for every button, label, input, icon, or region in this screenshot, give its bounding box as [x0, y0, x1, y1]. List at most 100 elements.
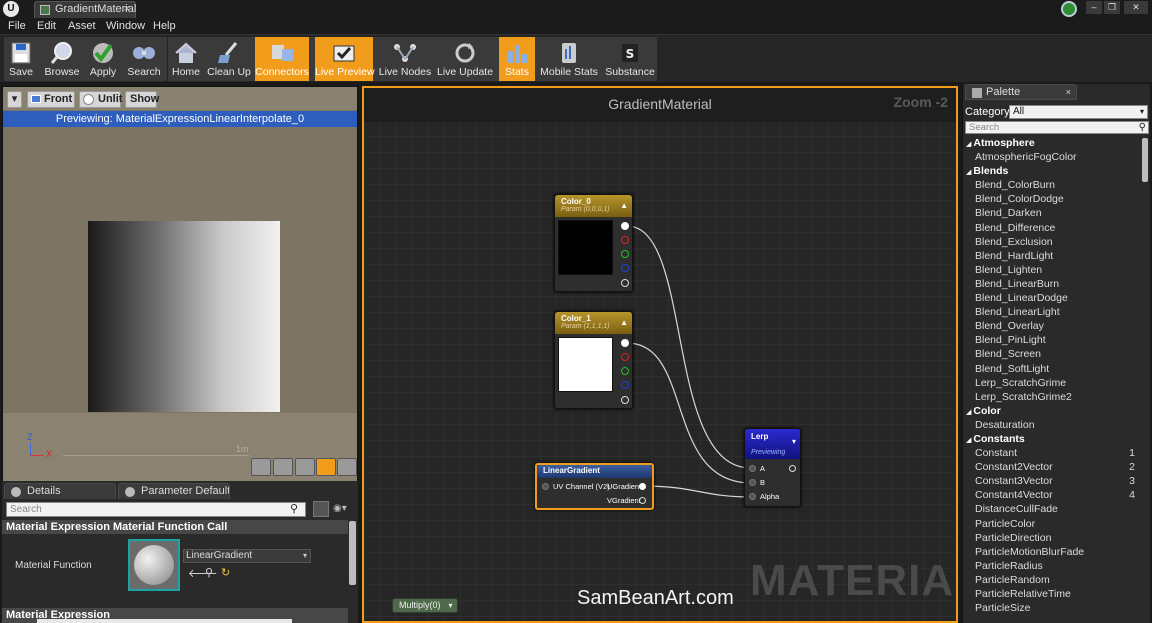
show-flags-button[interactable]: Show	[125, 91, 159, 108]
view-mode-unlit-button[interactable]: Unlit	[79, 91, 122, 108]
collapse-triangle-icon[interactable]: ◢	[966, 437, 971, 444]
output-pin-g[interactable]	[621, 250, 629, 258]
substance-button[interactable]: S Substance	[603, 37, 657, 81]
input-pin-b[interactable]	[749, 479, 756, 486]
palette-search-input[interactable]: Search ⚲	[965, 121, 1149, 134]
palette-item-26[interactable]: DistanceCullFade	[963, 502, 1141, 516]
menu-edit[interactable]: Edit	[37, 20, 56, 32]
palette-item-13[interactable]: Blend_Overlay	[963, 319, 1141, 333]
output-pin-ugradient[interactable]	[639, 483, 646, 490]
view-front-button[interactable]: Front	[27, 91, 75, 108]
multiply-node-button[interactable]: Multiply(0) ▾	[392, 598, 458, 613]
preview-viewport[interactable]: ▾ Front Unlit Show Previewing: MaterialE…	[2, 86, 358, 481]
palette-item-31[interactable]: ParticleRandom	[963, 573, 1141, 587]
close-palette-icon[interactable]: ×	[1066, 85, 1071, 99]
collapse-icon[interactable]: ▲	[620, 201, 628, 210]
browse-to-asset-icon[interactable]: ⚲	[205, 566, 213, 579]
palette-item-16[interactable]: Blend_SoftLight	[963, 362, 1141, 376]
material-function-picker[interactable]: LinearGradient ▾	[183, 549, 311, 563]
output-pin-a[interactable]	[621, 279, 629, 287]
preview-cube-button[interactable]	[316, 458, 336, 476]
palette-item-30[interactable]: ParticleRadius	[963, 559, 1141, 573]
palette-item-32[interactable]: ParticleRelativeTime	[963, 587, 1141, 601]
palette-item-12[interactable]: Blend_LinearLight	[963, 305, 1141, 319]
menu-asset[interactable]: Asset	[68, 20, 96, 32]
viewport-options-button[interactable]: ▾	[7, 91, 22, 108]
save-button[interactable]: Save	[4, 37, 38, 81]
palette-item-11[interactable]: Blend_LinearDodge	[963, 291, 1141, 305]
palette-item-20[interactable]: Desaturation	[963, 418, 1141, 432]
output-pin-vgradient[interactable]	[639, 497, 646, 504]
node-linear-gradient[interactable]: LinearGradient UV Channel (V2) UGradient…	[535, 463, 654, 510]
output-pin-rgb[interactable]	[621, 339, 629, 347]
palette-category-2[interactable]: ◢ Blends	[963, 164, 1141, 178]
browse-button[interactable]: Browse	[42, 37, 82, 81]
palette-item-18[interactable]: Lerp_ScratchGrime2	[963, 390, 1141, 404]
output-pin-b[interactable]	[621, 381, 629, 389]
reset-to-default-icon[interactable]: ↻	[221, 566, 230, 579]
section-material-function-call[interactable]: Material Expression Material Function Ca…	[2, 520, 348, 534]
palette-category-19[interactable]: ◢ Color	[963, 404, 1141, 418]
close-tab-icon[interactable]: ×	[124, 2, 130, 17]
category-select[interactable]: All ▾	[1009, 105, 1148, 119]
material-function-thumbnail[interactable]	[128, 539, 180, 591]
palette-item-29[interactable]: ParticleMotionBlurFade	[963, 545, 1141, 559]
clean-up-button[interactable]: Clean Up	[207, 37, 251, 81]
property-matrix-button[interactable]	[313, 501, 329, 517]
preview-sphere-button[interactable]	[273, 458, 293, 476]
tab-parameter-defaults[interactable]: Parameter Defaults	[118, 483, 230, 499]
palette-scrollbar[interactable]	[1142, 138, 1148, 182]
use-selected-asset-icon[interactable]: 🡐	[188, 566, 218, 580]
palette-item-14[interactable]: Blend_PinLight	[963, 333, 1141, 347]
menu-window[interactable]: Window	[106, 20, 145, 32]
output-pin-a[interactable]	[621, 396, 629, 404]
input-pin-a[interactable]	[749, 465, 756, 472]
menu-help[interactable]: Help	[153, 20, 176, 32]
apply-button[interactable]: Apply	[86, 37, 120, 81]
output-pin-b[interactable]	[621, 264, 629, 272]
view-options-icon[interactable]: ◉▾	[333, 503, 347, 514]
output-pin-r[interactable]	[621, 353, 629, 361]
document-tab[interactable]: GradientMaterial ×	[34, 1, 136, 18]
input-pin-uv-channel[interactable]	[542, 483, 549, 490]
live-preview-button[interactable]: Live Preview	[315, 37, 375, 81]
details-scrollbar[interactable]	[349, 521, 356, 585]
palette-item-4[interactable]: Blend_ColorDodge	[963, 192, 1141, 206]
palette-item-25[interactable]: Constant4Vector 4	[963, 488, 1141, 502]
maximize-button[interactable]: ❐	[1104, 1, 1120, 14]
collapse-triangle-icon[interactable]: ◢	[966, 169, 971, 176]
live-update-button[interactable]: Live Update	[437, 37, 493, 81]
palette-item-17[interactable]: Lerp_ScratchGrime	[963, 376, 1141, 390]
palette-category-0[interactable]: ◢ Atmosphere	[963, 136, 1141, 150]
collapse-icon[interactable]: ▲	[620, 318, 628, 327]
output-pin-g[interactable]	[621, 367, 629, 375]
material-graph[interactable]: GradientMaterial Zoom -2 Color_0 Param (…	[362, 86, 958, 623]
palette-item-23[interactable]: Constant2Vector 2	[963, 460, 1141, 474]
stats-button[interactable]: Stats	[499, 37, 535, 81]
palette-item-10[interactable]: Blend_LinearBurn	[963, 277, 1141, 291]
mobile-stats-button[interactable]: Mobile Stats	[539, 37, 599, 81]
preview-custom-mesh-button[interactable]	[337, 458, 357, 476]
collapse-triangle-icon[interactable]: ◢	[966, 409, 971, 416]
output-pin-result[interactable]	[789, 465, 796, 472]
palette-item-28[interactable]: ParticleDirection	[963, 531, 1141, 545]
palette-item-3[interactable]: Blend_ColorBurn	[963, 178, 1141, 192]
connectors-button[interactable]: Connectors	[255, 37, 309, 81]
source-control-icon[interactable]	[1061, 1, 1077, 17]
palette-item-8[interactable]: Blend_HardLight	[963, 249, 1141, 263]
palette-item-24[interactable]: Constant3Vector 3	[963, 474, 1141, 488]
tab-palette[interactable]: Palette ×	[965, 84, 1077, 100]
palette-category-21[interactable]: ◢ Constants	[963, 432, 1141, 446]
palette-item-5[interactable]: Blend_Darken	[963, 206, 1141, 220]
palette-item-1[interactable]: AtmosphericFogColor	[963, 150, 1141, 164]
details-search-input[interactable]: Search	[6, 502, 306, 517]
output-pin-r[interactable]	[621, 236, 629, 244]
palette-item-15[interactable]: Blend_Screen	[963, 347, 1141, 361]
palette-item-22[interactable]: Constant 1	[963, 446, 1141, 460]
palette-item-27[interactable]: ParticleColor	[963, 517, 1141, 531]
home-button[interactable]: Home	[169, 37, 203, 81]
palette-item-33[interactable]: ParticleSize	[963, 601, 1141, 615]
collapse-triangle-icon[interactable]: ◢	[966, 141, 971, 148]
preview-cylinder-button[interactable]	[251, 458, 271, 476]
node-color-0[interactable]: Color_0 Param (0,0,0,1) ▲	[554, 194, 633, 292]
